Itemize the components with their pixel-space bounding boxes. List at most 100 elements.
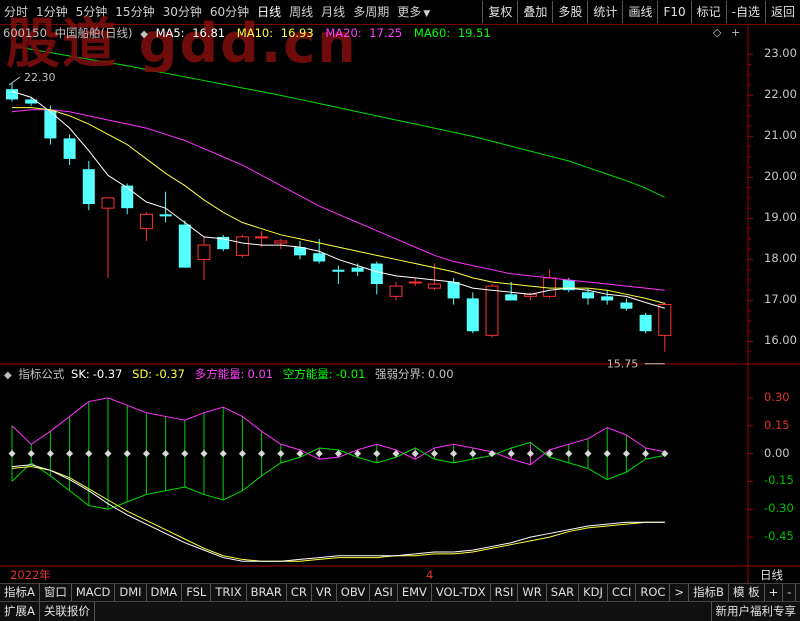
settings-icon[interactable]: ◆ (140, 29, 148, 40)
indicator-tab[interactable]: MACD (72, 584, 115, 601)
period-label[interactable]: 日线 (760, 567, 783, 583)
bear-energy-name: 空方能量: (283, 367, 333, 381)
price-tick-label: 20.00 (764, 169, 797, 183)
indicator-tab[interactable]: VOL-TDX (432, 584, 491, 601)
promo-link[interactable]: 新用户福利专享 (711, 602, 800, 621)
sk-label: SK:-0.37 (71, 367, 125, 381)
price-markers: 22.3015.75 (9, 71, 665, 371)
ma60-value: 19.51 (458, 26, 491, 40)
divide-point (469, 450, 476, 457)
indicator-tab[interactable]: RSI (491, 584, 519, 601)
indicator-tab[interactable]: CR (287, 584, 312, 601)
divide-point (124, 450, 131, 457)
indicator-tab[interactable]: VR (312, 584, 337, 601)
divide-point (584, 450, 591, 457)
candle-body (44, 110, 56, 139)
candle-body (505, 294, 517, 300)
date-axis: 2022年 4 日线 (0, 567, 800, 583)
indicator-tab[interactable]: BRAR (247, 584, 287, 601)
candle (275, 239, 287, 249)
extend-a-button[interactable]: 扩展A (0, 602, 40, 621)
candle (409, 278, 421, 286)
divide-point (8, 450, 15, 457)
indicator-name[interactable]: 指标公式 (18, 367, 64, 381)
indicator-menu-icon[interactable]: ◆ (4, 370, 12, 381)
indicator-tab[interactable]: 指标A (0, 584, 40, 601)
bull-energy-name: 多方能量: (195, 367, 245, 381)
indicator-tab[interactable]: SAR (547, 584, 579, 601)
indicator-series (8, 398, 668, 561)
candle (25, 97, 37, 105)
indicator-tab[interactable]: TRIX (211, 584, 246, 601)
price-tick-label: 21.00 (764, 128, 797, 142)
candle (83, 161, 95, 210)
ma10-value: 16.93 (281, 26, 314, 40)
diamond-icon[interactable]: ◇ (713, 26, 721, 39)
indicator-tab[interactable]: WR (518, 584, 546, 601)
indicator-tab[interactable]: EMV (398, 584, 432, 601)
indicator-tab[interactable]: + (765, 584, 784, 601)
indicator-tick-label: 0.30 (764, 390, 790, 404)
candle (620, 298, 632, 310)
candle (332, 266, 344, 284)
bull-energy-label: 多方能量:0.01 (195, 367, 276, 381)
bear-energy-value: -0.01 (336, 367, 366, 381)
ma20-label: MA20: 17.25 (325, 26, 406, 40)
candle (659, 303, 671, 352)
indicator-tab[interactable]: > (670, 584, 689, 601)
candle-body (352, 268, 364, 272)
candle (544, 270, 556, 299)
candlestick-series (6, 83, 671, 352)
divide-point (220, 450, 227, 457)
kline-chart[interactable]: 22.3015.75 (0, 0, 800, 620)
indicator-tab[interactable]: 指标B (689, 584, 729, 601)
indicator-title-row: ◆ 指标公式 SK:-0.37 SD:-0.37 多方能量:0.01 空方能量:… (0, 365, 460, 383)
divide-point (642, 450, 649, 457)
candle-body (371, 264, 383, 285)
candle-body (544, 278, 556, 296)
candle-body (83, 169, 95, 204)
divide-point (239, 450, 246, 457)
low-marker-label: 15.75 (607, 358, 639, 371)
indicator-tab[interactable]: CCI (608, 584, 636, 601)
candle (486, 284, 498, 337)
indicator-tab[interactable]: - (783, 584, 796, 601)
candle (640, 313, 652, 334)
bear-energy-label: 空方能量:-0.01 (283, 367, 369, 381)
divide-point (623, 450, 630, 457)
indicator-tab[interactable]: 窗口 (40, 584, 72, 601)
candle (467, 292, 479, 333)
indicator-tab[interactable]: ASI (370, 584, 398, 601)
indicator-tab[interactable]: DMA (147, 584, 183, 601)
indicator-tab[interactable]: DMI (115, 584, 146, 601)
sd-line (12, 467, 665, 562)
divide-point (277, 450, 284, 457)
indicator-tab[interactable]: FSL (182, 584, 211, 601)
add-icon[interactable]: + (731, 26, 740, 39)
candle (217, 235, 229, 251)
candle (390, 282, 402, 300)
related-quote-button[interactable]: 关联报价 (40, 602, 95, 621)
price-tick-label: 22.00 (764, 87, 797, 101)
candle (601, 290, 613, 304)
candle-body (620, 303, 632, 309)
indicator-tab[interactable]: KDJ (579, 584, 608, 601)
divide-value: 0.00 (428, 367, 454, 381)
indicator-tick-label: 0.15 (764, 418, 790, 432)
candle-body (6, 89, 18, 99)
indicator-tick-label: -0.30 (764, 501, 794, 515)
candle-body (582, 292, 594, 298)
indicator-tab[interactable]: ROC (636, 584, 670, 601)
divide-point (412, 450, 419, 457)
candle-body (601, 296, 613, 300)
indicator-tab[interactable]: OBV (337, 584, 370, 601)
indicator-tab[interactable]: 模 板 (729, 584, 765, 601)
ma10-label: MA10: 16.93 (237, 26, 318, 40)
candle-body (486, 286, 498, 335)
divide-point (162, 450, 169, 457)
divide-point (47, 450, 54, 457)
price-tick-label: 19.00 (764, 210, 797, 224)
ma5-label: MA5: 16.81 (156, 26, 230, 40)
stock-title-row: 600150 中国船舶(日线) ◆ MA5: 16.81 MA10: 16.93… (0, 24, 499, 42)
bull-energy-value: 0.01 (247, 367, 273, 381)
